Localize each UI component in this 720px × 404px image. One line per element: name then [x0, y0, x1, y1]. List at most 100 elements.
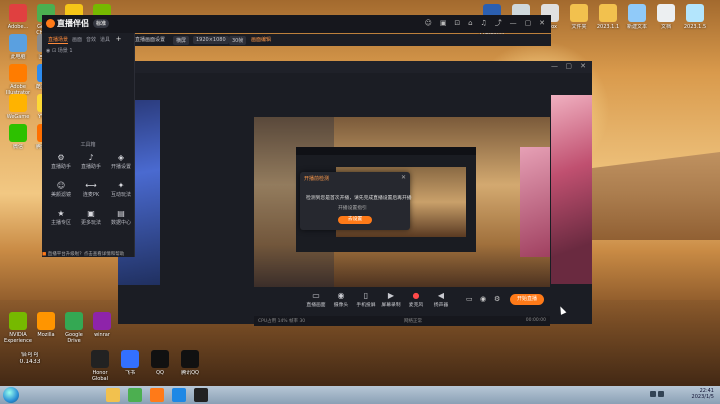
tab-picture[interactable]: 画面	[72, 37, 82, 43]
tool-item[interactable]: ☺ 美颜滤镜	[46, 181, 76, 198]
tool-label: 数据中心	[110, 220, 131, 226]
desktop-icon-label: 新建文本	[626, 24, 647, 30]
share-icon[interactable]: ⤴	[495, 18, 502, 28]
app-minimize-icon[interactable]: —	[510, 19, 517, 27]
tool-icon: ★	[57, 209, 65, 218]
taskbar-app-icon[interactable]	[194, 388, 208, 402]
tab-props[interactable]: 道具	[100, 37, 110, 43]
tool-item[interactable]: ♪ 直播助手	[76, 153, 106, 170]
desktop-icon[interactable]: 2023.1.1	[592, 4, 624, 36]
tab-scene[interactable]: 直播场景	[48, 37, 69, 44]
modal-confirm-button[interactable]: 去设置	[338, 216, 372, 224]
tool-label: 直播助手	[50, 164, 71, 170]
upgrade-notice[interactable]: ■ 直播平台升级啦？点击查看详情和帮助	[42, 251, 134, 259]
start-button[interactable]	[3, 387, 19, 403]
wallpaper-character-right	[551, 95, 592, 284]
desktop-icon-icon	[151, 350, 169, 368]
tool-label: 连麦PK	[82, 192, 100, 198]
bottom-tool[interactable]: ● 麦克风	[404, 291, 428, 308]
taskbar-app-icon[interactable]	[128, 388, 142, 402]
app-name: 直播伴侣	[57, 19, 89, 28]
bottom-tool[interactable]: ▯ 手机投屏	[354, 291, 378, 308]
tray-network-icon[interactable]	[650, 391, 656, 397]
tab-audio[interactable]: 音效	[86, 37, 96, 43]
bottom-tool-icon: ◀	[437, 291, 445, 300]
desktop-icon[interactable]: 腾讯QQ	[174, 350, 206, 382]
app-titlebar[interactable]: 直播伴侣 标准 ☺ ▣ ⊡ ⌂ ♫ ⤴ — ▢ ✕	[42, 15, 551, 33]
watermark-line-2: 0.1433	[19, 359, 41, 365]
tool-icon: ♪	[88, 153, 94, 162]
desktop-icon-label: QQ	[156, 370, 164, 376]
minimize-icon[interactable]: —	[551, 62, 558, 70]
modal-title: 开播前检测	[304, 176, 330, 182]
tool-item[interactable]: ⚙ 直播助手	[46, 153, 76, 170]
bottom-tool-icon: ◉	[337, 291, 345, 300]
bottom-toolbar: ▭ 直播画面 ◉ 摄像头 ▯ 手机投屏 ▶ 屏幕录制 ● 麦克风 ◀ 扬声器 ▭ ◉ ⚙ 开始直播	[254, 287, 550, 315]
edit-scene-link[interactable]: 画面编辑	[251, 36, 271, 43]
tool-item[interactable]: ◈ 开播设置	[106, 153, 136, 170]
modal-close-icon[interactable]: ✕	[401, 174, 406, 181]
bottom-tool[interactable]: ▭ 直播画面	[304, 291, 328, 308]
notice-text: 直播平台升级啦？点击查看详情和帮助	[47, 252, 125, 257]
taskbar-app-icon[interactable]	[172, 388, 186, 402]
bottom-tool-icon: ▶	[387, 291, 395, 300]
desktop-icon-label: 2023.1.5	[683, 24, 707, 30]
app-maximize-icon[interactable]: ▢	[525, 19, 532, 27]
gift-icon[interactable]: ▣	[440, 19, 447, 27]
desktop-icon-label: 文档	[660, 24, 671, 30]
resolution-chip[interactable]: 1920×1080	[193, 36, 229, 44]
tool-item[interactable]: ★ 主播专区	[46, 209, 76, 226]
close-icon[interactable]: ✕	[580, 62, 586, 70]
status-stats: CPU占用 14% 帧率 30	[258, 319, 306, 324]
desktop-icon[interactable]: 2023.1.5	[679, 4, 711, 36]
desktop-icon[interactable]: 新建文本	[621, 4, 653, 36]
scene-bar-title: 直播画面设置	[135, 37, 166, 43]
outer-window-titlebar[interactable]: — ▢ ✕	[118, 61, 592, 73]
camera-toggle-icon[interactable]: ▭	[466, 295, 473, 303]
version-badge[interactable]: 标准	[93, 19, 110, 28]
scene-row[interactable]: ◉ ⊡ 场景 1	[46, 47, 73, 54]
taskbar-app-icon[interactable]	[150, 388, 164, 402]
orientation-chip[interactable]: 横屏	[173, 36, 190, 45]
clock[interactable]: 22:41 2023/1/5	[692, 388, 714, 400]
desktop-icon[interactable]: 飞书	[114, 350, 146, 382]
app-logo: 直播伴侣 标准	[46, 18, 110, 29]
tray-volume-icon[interactable]	[658, 391, 664, 397]
bottom-tool[interactable]: ◀ 扬声器	[429, 291, 453, 308]
eye-icon[interactable]: ◉	[480, 295, 486, 303]
desktop-watermark: 倍可可 0.1433	[12, 352, 48, 366]
prelive-check-modal[interactable]: 开播前检测 ✕ 检测到您是首次开播，请先完成直播设置后再开播 开播设置指引 去设…	[300, 172, 412, 230]
desktop-icon[interactable]: winrar	[86, 312, 118, 344]
visible-icon[interactable]: ◉	[46, 48, 50, 54]
app-close-icon[interactable]: ✕	[539, 19, 545, 27]
tool-item[interactable]: ▣ 更多玩法	[76, 209, 106, 226]
desktop-icon-icon	[181, 350, 199, 368]
desktop-icon[interactable]: 文档	[650, 4, 682, 36]
left-panel: 直播场景 画面 音效 道具 + ◉ ⊡ 场景 1 工具箱 ⚙ 直播助手 ♪ 直播助手 ◈ 开播设…	[42, 33, 135, 257]
desktop-icon[interactable]: Honor Global	[84, 350, 116, 382]
tool-icon: ◈	[117, 153, 125, 162]
maximize-icon[interactable]: ▢	[565, 62, 572, 70]
bell-icon[interactable]: ♫	[481, 19, 487, 27]
lock-scene-icon[interactable]: ⊡	[52, 48, 56, 54]
tool-item[interactable]: ▤ 数据中心	[106, 209, 136, 226]
bottom-tool[interactable]: ▶ 屏幕录制	[379, 291, 403, 308]
bottom-tool-label: 手机投屏	[356, 303, 376, 308]
modal-guide-link[interactable]: 开播设置指引	[338, 204, 367, 211]
tool-label: 主播专区	[50, 220, 71, 226]
bottom-tool[interactable]: ◉ 摄像头	[329, 291, 353, 308]
preview-character	[520, 147, 550, 257]
user-icon[interactable]: ☺	[425, 19, 432, 27]
desktop-icon[interactable]: QQ	[144, 350, 176, 382]
desktop-icon[interactable]: 文件夹	[563, 4, 595, 36]
cast-icon[interactable]: ⌂	[468, 19, 472, 27]
fps-chip[interactable]: 30帧	[229, 36, 247, 45]
add-scene-icon[interactable]: +	[116, 35, 122, 43]
go-live-button[interactable]: 开始直播	[510, 294, 544, 305]
tool-item[interactable]: ✦ 互动玩法	[106, 181, 136, 198]
settings-icon[interactable]: ⚙	[494, 295, 500, 303]
tool-item[interactable]: ⟷ 连麦PK	[76, 181, 106, 198]
bottom-tool-label: 麦克风	[408, 303, 424, 308]
taskbar-app-icon[interactable]	[106, 388, 120, 402]
lock-icon[interactable]: ⊡	[454, 19, 460, 27]
